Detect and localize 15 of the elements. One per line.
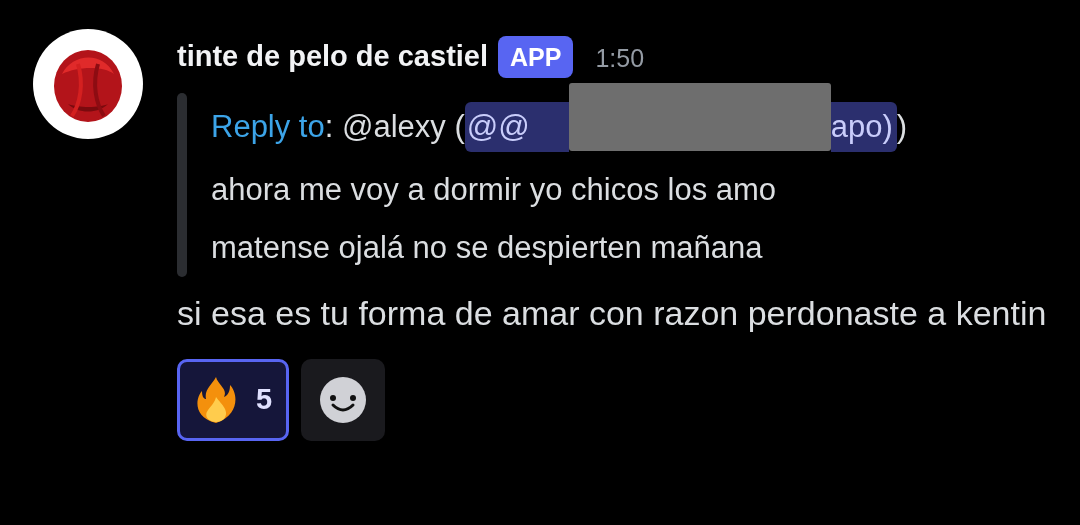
- user-mention[interactable]: @@: [464, 102, 569, 152]
- timestamp: 1:50: [595, 43, 645, 75]
- fire-icon: [194, 375, 238, 425]
- user-mention[interactable]: apo): [830, 102, 897, 152]
- smiley-icon: [319, 376, 368, 424]
- app-tag: APP: [498, 36, 574, 78]
- reply-target: : @alexy (: [324, 108, 465, 146]
- username[interactable]: tinte de pelo de castiel: [177, 35, 489, 79]
- reaction-button[interactable]: 5: [177, 359, 290, 441]
- closing-parenthesis: ): [896, 108, 908, 146]
- quoted-text: ahora me voy a dormir yo chicos los amo: [211, 171, 778, 209]
- message-text: si esa es tu forma de amar con razon perdonaste a kentin: [177, 293, 1047, 334]
- add-reaction-button[interactable]: [301, 359, 386, 441]
- quoted-text: matense ojalá no se despierten mañana: [211, 229, 764, 267]
- reply-label[interactable]: Reply to: [211, 98, 325, 156]
